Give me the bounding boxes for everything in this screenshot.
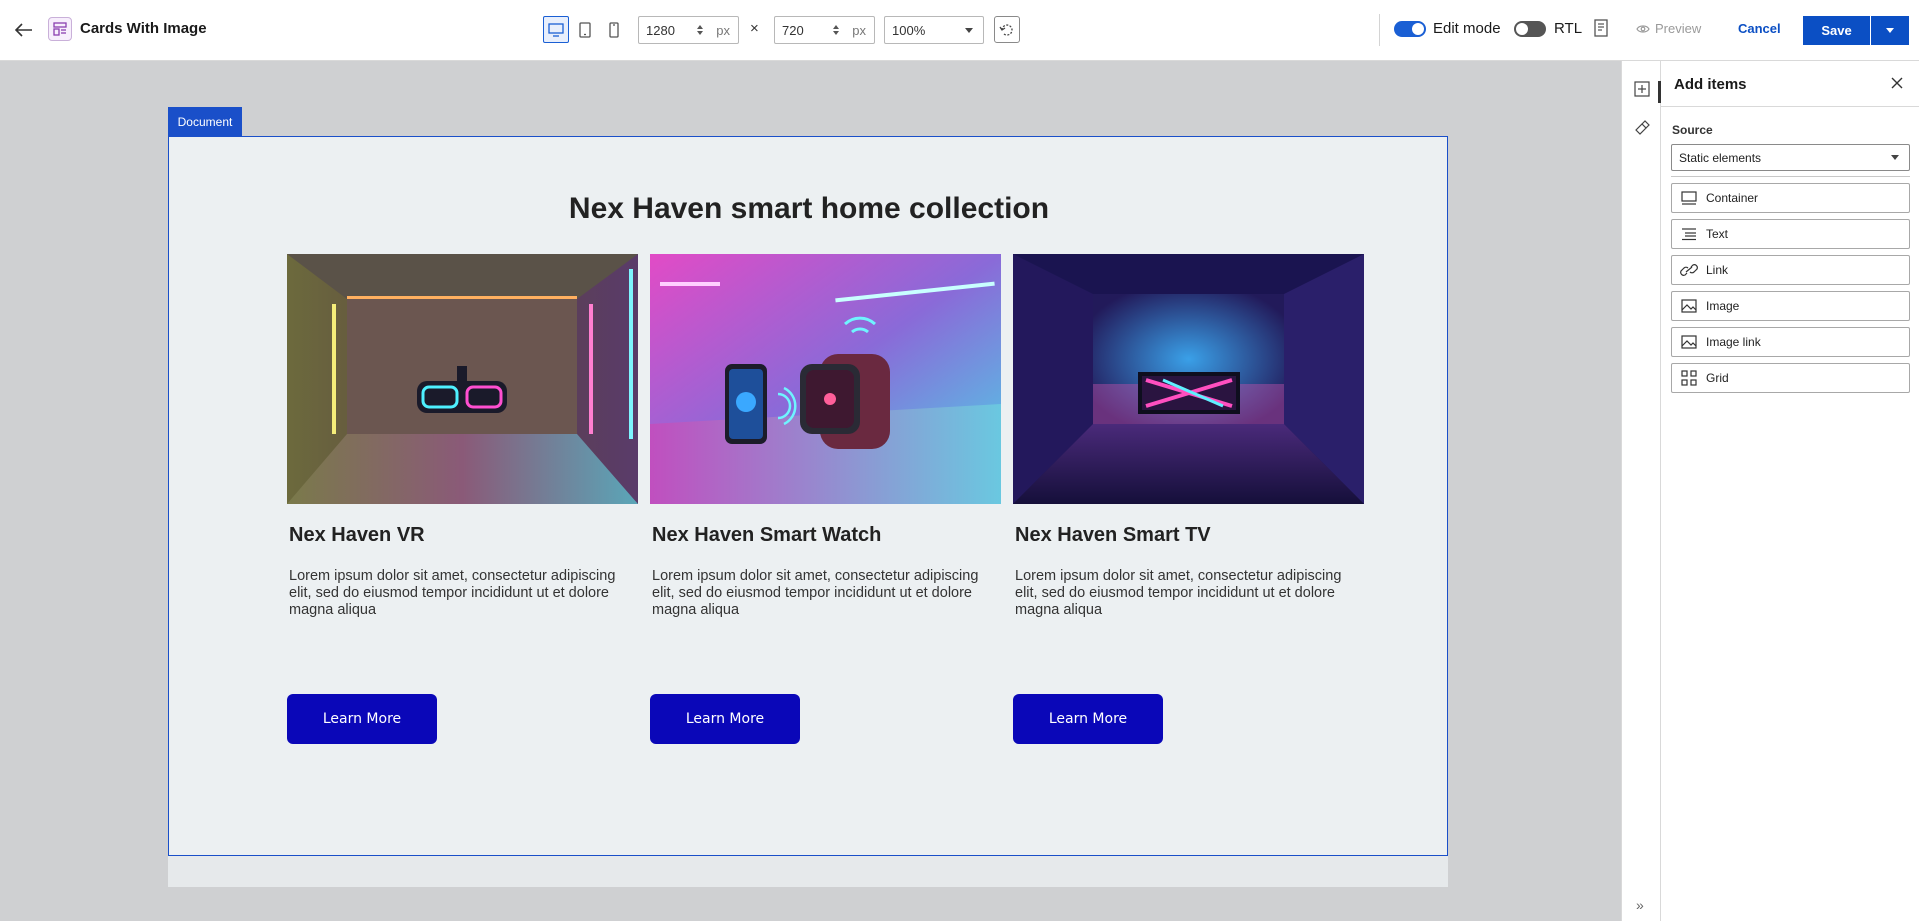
source-label: Source [1672, 123, 1713, 137]
item-list: Container Text Link Image Image link Gri… [1671, 183, 1910, 399]
card-smart-watch[interactable]: Nex Haven Smart Watch Lorem ipsum dolor … [650, 254, 1001, 744]
eye-icon [1636, 24, 1650, 33]
mobile-view-icon[interactable] [601, 16, 627, 43]
side-rail: » [1621, 61, 1661, 921]
times-icon: × [750, 20, 759, 37]
panel-header: Add items [1661, 61, 1919, 107]
zoom-select[interactable]: 100% [884, 16, 984, 44]
item-link[interactable]: Link [1671, 255, 1910, 285]
document-frame[interactable]: Nex Haven smart home collection Nex Have… [168, 136, 1448, 856]
width-value: 1280 [646, 22, 675, 38]
card-description[interactable]: Lorem ipsum dolor sit amet, consectetur … [289, 568, 634, 619]
collection-heading[interactable]: Nex Haven smart home collection [169, 192, 1449, 226]
smartwatch-image[interactable] [650, 254, 1001, 504]
card-vr[interactable]: Nex Haven VR Lorem ipsum dolor sit amet,… [287, 254, 638, 744]
preview-label: Preview [1655, 21, 1702, 36]
rtl-label: RTL [1554, 20, 1583, 37]
item-label: Text [1706, 227, 1729, 241]
page-title: Cards With Image [80, 20, 207, 37]
height-unit: px [852, 22, 866, 38]
chevron-down-icon [965, 28, 973, 33]
item-label: Image [1706, 299, 1740, 313]
item-image-link[interactable]: Image link [1671, 327, 1910, 357]
width-input[interactable]: 1280 px [638, 16, 739, 44]
device-switcher [543, 16, 627, 43]
rotate-icon[interactable] [994, 16, 1020, 43]
close-icon[interactable] [1889, 75, 1905, 91]
image-link-icon [1680, 334, 1698, 350]
source-value: Static elements [1679, 150, 1762, 165]
document-tag[interactable]: Document [168, 107, 242, 136]
grid-icon [1680, 370, 1698, 386]
expand-chevrons-icon[interactable]: » [1636, 897, 1644, 913]
tablet-view-icon[interactable] [572, 16, 598, 43]
card-description[interactable]: Lorem ipsum dolor sit amet, consectetur … [1015, 568, 1360, 619]
smart-tv-image[interactable] [1013, 254, 1364, 504]
save-button[interactable]: Save [1803, 16, 1870, 45]
card-title[interactable]: Nex Haven VR [289, 524, 638, 547]
item-label: Container [1706, 191, 1759, 205]
style-brush-icon[interactable] [1633, 119, 1651, 137]
width-unit: px [716, 22, 730, 38]
height-input[interactable]: 720 px [774, 16, 875, 44]
back-arrow-icon[interactable] [12, 18, 36, 42]
zoom-value: 100% [892, 22, 926, 38]
learn-more-button[interactable]: Learn More [1013, 694, 1163, 744]
item-text[interactable]: Text [1671, 219, 1910, 249]
container-icon [1680, 190, 1698, 206]
rtl-toggle[interactable] [1514, 21, 1546, 37]
cancel-button[interactable]: Cancel [1738, 21, 1781, 36]
preview-button[interactable]: Preview [1636, 21, 1701, 36]
link-icon [1680, 262, 1698, 278]
top-toolbar: Cards With Image 1280 px × 720 px 100% E… [0, 0, 1919, 61]
item-grid[interactable]: Grid [1671, 363, 1910, 393]
source-select[interactable]: Static elements [1671, 144, 1910, 171]
add-items-icon[interactable] [1633, 80, 1651, 98]
vr-headset-image[interactable] [287, 254, 638, 504]
card-description[interactable]: Lorem ipsum dolor sit amet, consectetur … [652, 568, 997, 619]
save-options-button[interactable] [1871, 16, 1909, 45]
panel-title: Add items [1674, 76, 1747, 93]
chevron-down-icon [1891, 155, 1899, 160]
width-stepper-icon[interactable] [694, 25, 706, 35]
card-smart-tv[interactable]: Nex Haven Smart TV Lorem ipsum dolor sit… [1013, 254, 1364, 744]
template-icon [48, 17, 72, 41]
learn-more-button[interactable]: Learn More [650, 694, 800, 744]
item-image[interactable]: Image [1671, 291, 1910, 321]
item-label: Grid [1706, 371, 1729, 385]
document-settings-icon[interactable] [1594, 19, 1610, 39]
chevron-down-icon [1886, 28, 1894, 33]
card-title[interactable]: Nex Haven Smart Watch [652, 524, 1001, 547]
height-stepper-icon[interactable] [830, 25, 842, 35]
learn-more-button[interactable]: Learn More [287, 694, 437, 744]
item-container[interactable]: Container [1671, 183, 1910, 213]
text-icon [1680, 226, 1698, 242]
add-items-panel: Add items Source Static elements Contain… [1661, 61, 1919, 921]
edit-mode-toggle[interactable] [1394, 21, 1426, 37]
toolbar-divider [1379, 14, 1380, 46]
divider [1671, 176, 1910, 177]
edit-mode-label: Edit mode [1433, 20, 1501, 37]
card-title[interactable]: Nex Haven Smart TV [1015, 524, 1364, 547]
height-value: 720 [782, 22, 804, 38]
item-label: Link [1706, 263, 1729, 277]
item-label: Image link [1706, 335, 1761, 349]
document-overflow [168, 856, 1448, 887]
desktop-view-icon[interactable] [543, 16, 569, 43]
image-icon [1680, 298, 1698, 314]
